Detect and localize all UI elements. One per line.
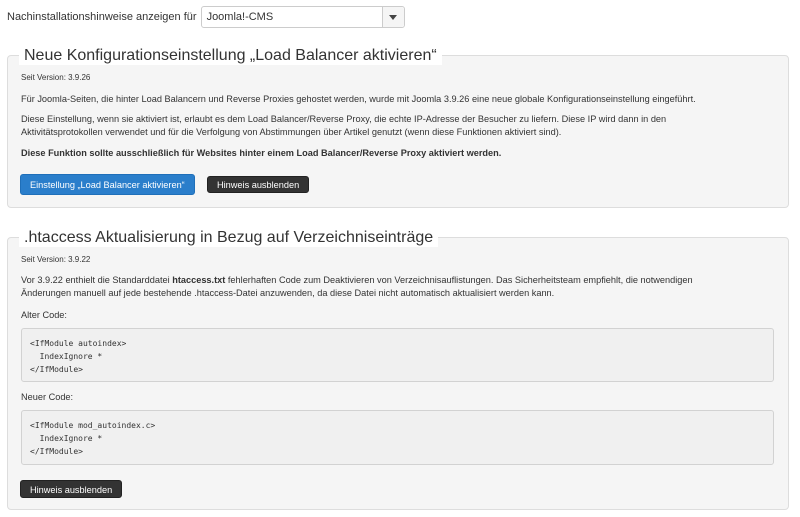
extension-select[interactable]: Joomla!-CMS [200,6,405,28]
chevron-down-icon[interactable] [381,7,404,27]
notice-title: Neue Konfigurationseinstellung „Load Bal… [19,47,442,65]
text-segment: Vor 3.9.22 enthielt die Standarddatei [21,275,173,285]
old-code-label: Alter Code: [21,310,67,320]
notice-load-balancer: Neue Konfigurationseinstellung „Load Bal… [7,47,789,208]
text-segment: fehlerhaften Code zum Deaktivieren von V… [225,275,693,285]
notice-version: Seit Version: 3.9.26 [21,73,91,82]
postinstall-filter: Nachinstallationshinweise anzeigen für J… [7,6,405,28]
hide-notice-button[interactable]: Hinweis ausblenden [207,176,310,193]
notice-paragraph-line: Diese Einstellung, wenn sie aktiviert is… [21,114,667,124]
filename-text: htaccess.txt [172,275,226,285]
notice-version: Seit Version: 3.9.22 [21,255,91,264]
new-code-label: Neuer Code: [21,392,74,402]
notice-paragraph: Diese Einstellung, wenn sie aktiviert is… [21,113,775,139]
notice-paragraph-line: Vor 3.9.22 enthielt die Standarddatei ht… [21,274,775,287]
notice-paragraph-line: Änderungen manuell auf jede bestehende .… [21,288,555,298]
notice-paragraph-line: Aktivitätsprotokollen verwendet und für … [21,127,562,137]
filter-label: Nachinstallationshinweise anzeigen für [7,11,197,23]
enable-load-balancer-button[interactable]: Einstellung „Load Balancer aktivieren“ [20,174,195,195]
new-code-block: <IfModule mod_autoindex.c> IndexIgnore *… [21,410,774,465]
notice-htaccess: .htaccess Aktualisierung in Bezug auf Ve… [7,229,789,510]
notice-paragraph: Vor 3.9.22 enthielt die Standarddatei ht… [21,274,775,300]
extension-select-value: Joomla!-CMS [206,11,274,23]
notice-title: .htaccess Aktualisierung in Bezug auf Ve… [19,229,439,247]
old-code-block: <IfModule autoindex> IndexIgnore * </IfM… [21,328,774,382]
notice-paragraph: Für Joomla-Seiten, die hinter Load Balan… [21,94,696,104]
notice-warning: Diese Funktion sollte ausschließlich für… [21,148,502,158]
hide-notice-button[interactable]: Hinweis ausblenden [20,480,123,498]
